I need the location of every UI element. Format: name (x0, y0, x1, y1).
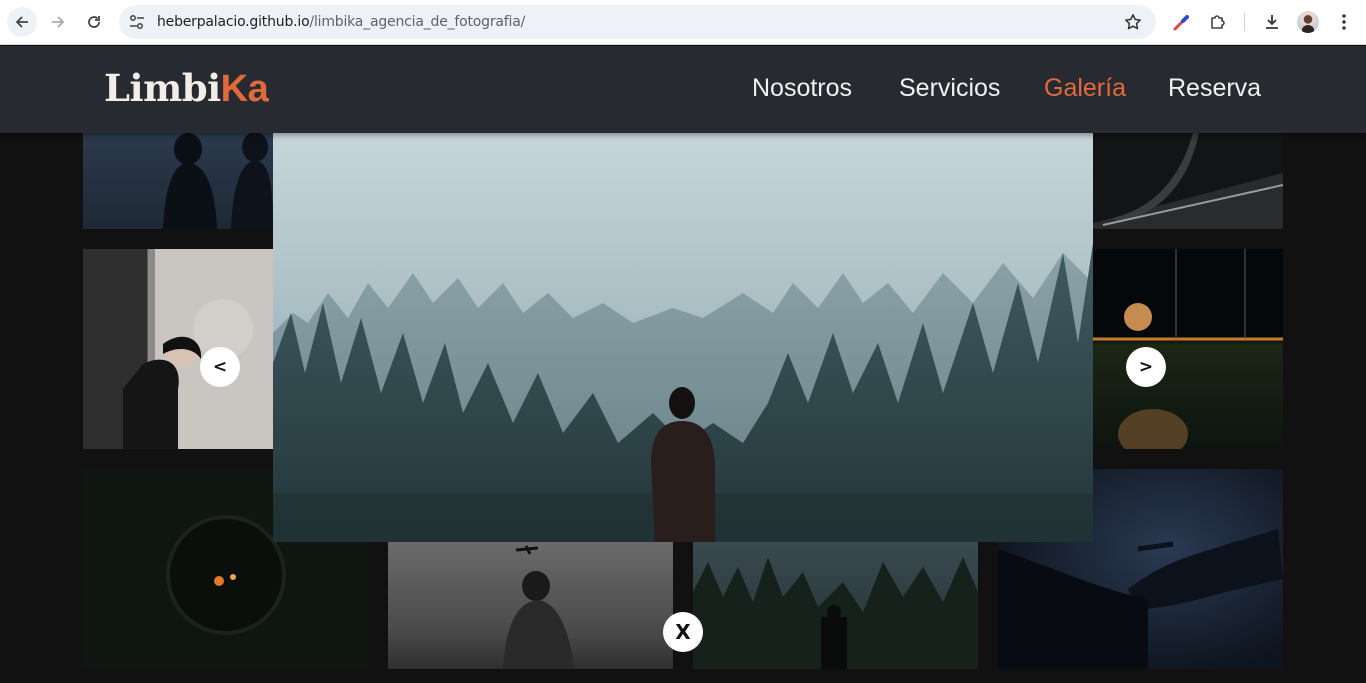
site-settings-icon[interactable] (128, 13, 146, 31)
kebab-menu-icon (1342, 14, 1346, 30)
url-path: /limbika_agencia_de_fotografia/ (309, 14, 526, 30)
url-text: heberpalacio.github.io/limbika_agencia_d… (157, 14, 525, 30)
logo-part1: Limbi (104, 66, 221, 110)
downloads-button[interactable] (1260, 10, 1284, 34)
lightbox-prev-button[interactable]: < (200, 347, 240, 387)
back-button[interactable] (7, 7, 37, 37)
extensions-icon (1211, 15, 1225, 29)
gallery-photo-man-airplane[interactable] (388, 542, 673, 669)
gallery-photo-train-window[interactable] (1093, 133, 1283, 229)
gallery-photo-night-fireworks[interactable] (1093, 249, 1283, 449)
gallery-photo-people-silhouettes[interactable] (83, 133, 273, 229)
site-logo[interactable]: LimbiKa (104, 66, 269, 111)
photo-fireworks-image (1093, 249, 1283, 449)
gallery-photo-woman-in-snow[interactable] (83, 249, 273, 449)
back-arrow-icon (15, 16, 28, 28)
lightbox-foggy-forest-photo (273, 133, 1093, 542)
reload-button[interactable] (79, 7, 109, 37)
reload-icon (88, 16, 100, 28)
photo-train-image (1093, 133, 1283, 229)
profile-avatar[interactable] (1297, 11, 1319, 33)
forward-button[interactable] (43, 7, 73, 37)
download-icon (1266, 15, 1278, 29)
photo-silhouettes-image (163, 133, 273, 229)
eyedropper-extension-button[interactable] (1170, 10, 1194, 34)
bookmark-star-icon[interactable] (1124, 13, 1142, 31)
url-host: heberpalacio.github.io (157, 14, 310, 30)
browser-toolbar: heberpalacio.github.io/limbika_agencia_d… (0, 0, 1366, 45)
nav-link-nosotros[interactable]: Nosotros (752, 74, 852, 103)
logo-part2: Ka (220, 68, 269, 110)
forward-arrow-icon (52, 16, 65, 28)
nav-link-galeria[interactable]: Galería (1044, 74, 1126, 103)
address-bar[interactable]: heberpalacio.github.io/limbika_agencia_d… (119, 5, 1156, 39)
nav-link-servicios[interactable]: Servicios (899, 74, 1000, 103)
photo-airplane-image (503, 545, 574, 669)
toolbar-divider (1244, 13, 1245, 31)
gallery-photo-foggy-forest-thumb[interactable] (693, 542, 978, 669)
browser-menu-button[interactable] (1332, 10, 1356, 34)
lightbox-next-button[interactable]: > (1126, 347, 1166, 387)
lightbox-close-button[interactable]: X (663, 612, 703, 652)
extensions-button[interactable] (1206, 10, 1230, 34)
eyedropper-icon (1173, 15, 1189, 31)
site-header: LimbiKa Nosotros Servicios Galería Reser… (0, 46, 1366, 133)
photo-woman-image (123, 299, 253, 449)
nav-link-reserva[interactable]: Reserva (1168, 74, 1261, 103)
lightbox-image (273, 133, 1093, 542)
photo-forest-thumb-image (693, 557, 978, 669)
